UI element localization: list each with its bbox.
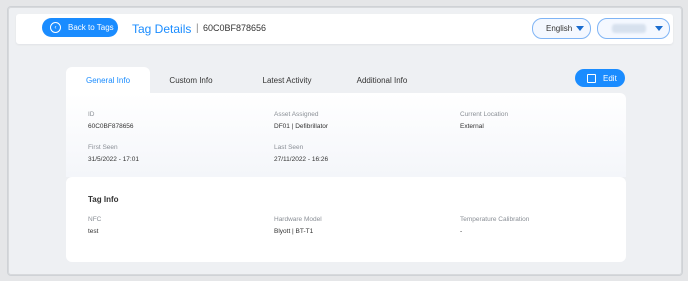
chevron-down-icon	[576, 26, 584, 31]
asset-assigned-value: DF01 | Defibrillator	[274, 123, 329, 130]
general-info-panel: ID 60C0BF878656 Asset Assigned DF01 | De…	[66, 93, 626, 177]
app-window: ‹ Back to Tags Tag Details | 60C0BF87865…	[7, 6, 683, 276]
tab-custom-info[interactable]: Custom Info	[156, 67, 226, 93]
redacted-user-name	[612, 24, 646, 33]
nfc-label: NFC	[88, 216, 102, 223]
last-seen-label: Last Seen	[274, 144, 304, 151]
first-seen-label: First Seen	[88, 144, 118, 151]
chevron-down-icon	[655, 26, 663, 31]
temperature-calibration-value: -	[460, 228, 463, 235]
temperature-calibration-label: Temperature Calibration	[460, 216, 530, 223]
last-seen-value: 27/11/2022 - 16:26	[274, 156, 329, 163]
tag-id-label: 60C0BF878656	[203, 23, 267, 33]
asset-assigned-label: Asset Assigned	[274, 111, 319, 118]
hardware-model-value: Blyott | BT-T1	[274, 228, 314, 235]
current-location-value: External	[460, 123, 484, 130]
tab-latest-activity[interactable]: Latest Activity	[242, 67, 332, 93]
arrow-left-icon: ‹	[50, 22, 61, 33]
edit-button[interactable]: Edit	[575, 69, 625, 87]
back-to-tags-button[interactable]: ‹ Back to Tags	[42, 18, 118, 37]
language-select[interactable]: English	[532, 18, 591, 39]
id-value: 60C0BF878656	[88, 123, 134, 130]
page-title: Tag Details	[132, 22, 192, 36]
title-separator: |	[196, 23, 199, 34]
tag-info-panel: Tag Info NFC test Hardware Model Blyott …	[66, 177, 626, 262]
back-button-label: Back to Tags	[68, 23, 114, 32]
user-menu-select[interactable]	[597, 18, 670, 39]
tab-general-info[interactable]: General Info	[66, 67, 150, 93]
edit-button-label: Edit	[603, 73, 617, 83]
hardware-model-label: Hardware Model	[274, 216, 322, 223]
first-seen-value: 31/5/2022 - 17:01	[88, 156, 139, 163]
tab-bar: General Info Custom Info Latest Activity…	[66, 67, 626, 93]
id-label: ID	[88, 111, 95, 118]
nfc-value: test	[88, 228, 99, 235]
top-header: ‹ Back to Tags Tag Details | 60C0BF87865…	[16, 14, 673, 44]
edit-icon	[587, 73, 596, 83]
tag-info-title: Tag Info	[88, 195, 119, 204]
tab-additional-info[interactable]: Additional Info	[336, 67, 428, 93]
current-location-label: Current Location	[460, 111, 509, 118]
language-label: English	[546, 24, 573, 33]
